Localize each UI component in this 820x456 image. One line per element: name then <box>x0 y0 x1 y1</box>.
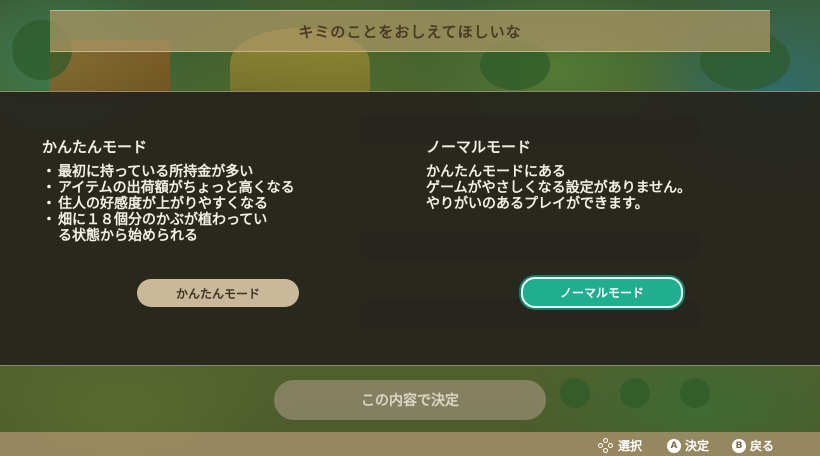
normal-mode-description: かんたんモードにある ゲームがやさしくなる設定がありません。 やりがいのあるプレ… <box>426 164 691 212</box>
normal-mode-description-line: やりがいのあるプレイができます。 <box>426 196 649 212</box>
page-title: キミのことをおしえてほしいな <box>298 22 522 41</box>
dpad-icon <box>598 437 614 454</box>
easy-mode-bullet: 畑に１８個分のかぶが植わっている状態から始められる <box>42 212 268 244</box>
easy-mode-bullets: 最初に持っている所持金が多い アイテムの出荷額がちょっと高くなる 住人の好感度が… <box>42 164 378 244</box>
a-button-icon: A <box>667 438 681 453</box>
background-bush <box>560 378 590 408</box>
normal-mode-description-line: かんたんモードにある <box>426 164 566 180</box>
easy-mode-bullet: アイテムの出荷額がちょっと高くなる <box>42 180 378 196</box>
hint-select-label: 選択 <box>618 439 643 453</box>
hint-confirm-label: 決定 <box>685 439 710 453</box>
title-banner: キミのことをおしえてほしいな <box>50 10 770 52</box>
b-button-icon: B <box>732 438 746 453</box>
confirm-button[interactable]: この内容で決定 <box>274 380 546 420</box>
normal-mode-description-line: ゲームがやさしくなる設定がありません。 <box>426 180 692 196</box>
easy-mode-button[interactable]: かんたんモード <box>137 279 299 307</box>
easy-mode-title: かんたんモード <box>42 138 148 156</box>
easy-mode-bullet: 最初に持っている所持金が多い <box>42 164 378 180</box>
background-bush <box>620 378 650 408</box>
hint-back: B 戻る <box>732 437 774 454</box>
background-bush <box>680 378 710 408</box>
hint-confirm: A 決定 <box>667 437 709 454</box>
hint-back-label: 戻る <box>750 439 775 453</box>
normal-mode-button[interactable]: ノーマルモード <box>521 277 683 308</box>
normal-mode-title: ノーマルモード <box>426 138 532 156</box>
hint-select: 選択 <box>598 437 642 454</box>
easy-mode-bullet: 住人の好感度が上がりやすくなる <box>42 196 378 212</box>
